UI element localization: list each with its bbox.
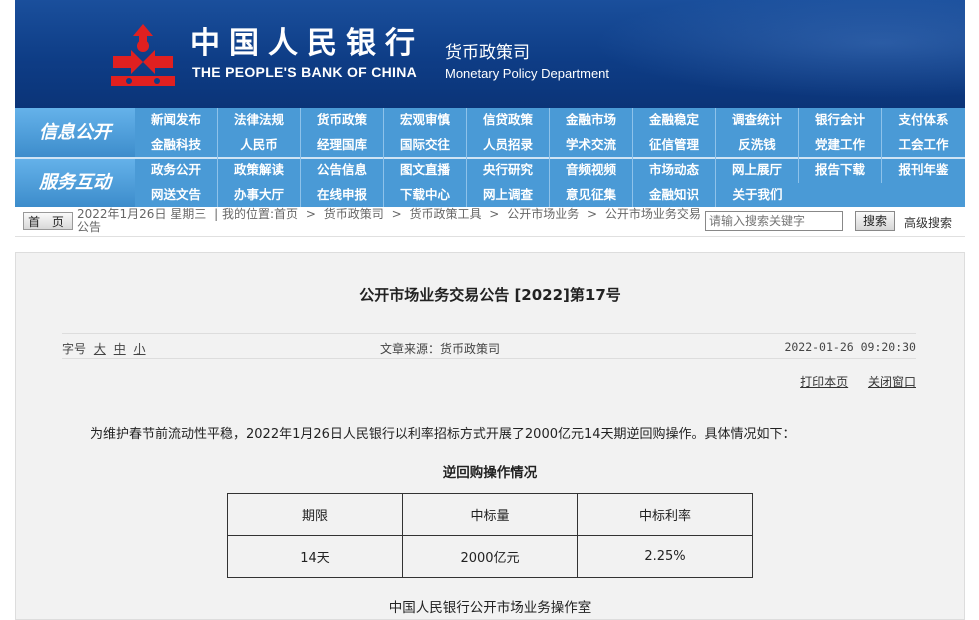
- print-link[interactable]: 打印本页: [800, 375, 848, 389]
- table-header-cell: 期限: [227, 493, 403, 536]
- breadcrumb-sep: >: [305, 207, 316, 221]
- nav-item[interactable]: 政策解读: [218, 158, 301, 183]
- article-datetime: 2022-01-26 09:20:30: [784, 340, 916, 354]
- nav-item[interactable]: 银行会计: [799, 108, 882, 133]
- nav-item[interactable]: 网上调查: [467, 183, 550, 208]
- nav-item[interactable]: 金融稳定: [633, 108, 716, 133]
- search-button[interactable]: 搜索: [855, 211, 895, 231]
- article-signature: 中国人民银行公开市场业务操作室: [388, 600, 592, 616]
- nav-item[interactable]: 关于我们: [716, 183, 799, 208]
- nav-item[interactable]: 宏观审慎: [384, 108, 467, 133]
- nav-item[interactable]: 国际交往: [384, 133, 467, 158]
- nav-item[interactable]: 支付体系: [882, 108, 965, 133]
- table-header-row: 期限 中标量 中标利率: [227, 493, 753, 536]
- nav-item[interactable]: 经理国库: [301, 133, 384, 158]
- article-source: 文章来源：货币政策司: [380, 342, 501, 356]
- pboc-logo-icon: [111, 24, 175, 86]
- dept-name-cn: 货币政策司: [445, 43, 530, 63]
- table-row: 14天 2000亿元 2.25%: [227, 535, 753, 578]
- table-cell-amount: 2000亿元: [402, 535, 578, 578]
- breadcrumb-item[interactable]: 货币政策司: [324, 207, 384, 221]
- font-size-small[interactable]: 小: [134, 342, 146, 356]
- nav-item[interactable]: 人员招录: [467, 133, 550, 158]
- table-header-cell: 中标量: [402, 493, 578, 536]
- repo-operations-table: 期限 中标量 中标利率 14天 2000亿元 2.25%: [227, 493, 753, 578]
- breadcrumb-location[interactable]: | 我的位置:首页: [214, 207, 298, 221]
- nav-item[interactable]: 意见征集: [550, 183, 633, 208]
- breadcrumb-sep: >: [489, 207, 500, 221]
- breadcrumb-sep: >: [391, 207, 402, 221]
- home-button[interactable]: 首 页: [23, 212, 73, 230]
- close-window-link[interactable]: 关闭窗口: [868, 375, 916, 389]
- nav-item[interactable]: 在线申报: [301, 183, 384, 208]
- article-meta: 字号 大 中 小 文章来源：货币政策司 2022-01-26 09:20:30: [62, 333, 916, 359]
- nav-item[interactable]: 办事大厅: [218, 183, 301, 208]
- bank-name-en: THE PEOPLE'S BANK OF CHINA: [192, 64, 418, 80]
- dept-name-en: Monetary Policy Department: [445, 66, 610, 81]
- nav-item[interactable]: 图文直播: [384, 158, 467, 183]
- nav-item[interactable]: 网送文告: [135, 183, 218, 208]
- header-banner: 中国人民银行 THE PEOPLE'S BANK OF CHINA 货币政策司 …: [15, 0, 965, 108]
- table-header-cell: 中标利率: [577, 493, 753, 536]
- nav-item[interactable]: 市场动态: [633, 158, 716, 183]
- nav-row-4: 网送文告 办事大厅 在线申报 下载中心 网上调查 意见征集 金融知识 关于我们: [135, 183, 965, 208]
- breadcrumb-sep: >: [587, 207, 598, 221]
- nav-section-info-disclosure: 信息公开: [15, 108, 135, 158]
- nav-item[interactable]: 网上展厅: [716, 158, 799, 183]
- nav-item[interactable]: 信贷政策: [467, 108, 550, 133]
- nav-item[interactable]: 公告信息: [301, 158, 384, 183]
- nav-row-3: 政务公开 政策解读 公告信息 图文直播 央行研究 音频视频 市场动态 网上展厅 报告下载 报刊年鉴: [135, 158, 965, 183]
- breadcrumb: 2022年1月26日 星期三 | 我的位置:首页 > 货币政策司 > 货币政策工…: [77, 208, 705, 234]
- font-size-medium[interactable]: 中: [114, 342, 126, 356]
- search-input[interactable]: [705, 211, 843, 231]
- article-tools: 打印本页 关闭窗口: [784, 373, 916, 390]
- banner-decoration: [545, 0, 965, 108]
- nav-item[interactable]: 反洗钱: [716, 133, 799, 158]
- article-title: 公开市场业务交易公告 [2022]第17号: [359, 286, 621, 304]
- breadcrumb-bar: 首 页 2022年1月26日 星期三 | 我的位置:首页 > 货币政策司 > 货…: [15, 207, 965, 237]
- table-cell-rate: 2.25%: [577, 535, 753, 578]
- nav-item[interactable]: 征信管理: [633, 133, 716, 158]
- nav-item[interactable]: 下载中心: [384, 183, 467, 208]
- nav-item[interactable]: 央行研究: [467, 158, 550, 183]
- bank-name-cn: 中国人民银行: [190, 26, 424, 61]
- nav-item[interactable]: 音频视频: [550, 158, 633, 183]
- font-size-large[interactable]: 大: [94, 342, 106, 356]
- table-title: 逆回购操作情况: [442, 465, 538, 481]
- font-size-label: 字号: [62, 342, 87, 356]
- current-date: 2022年1月26日 星期三: [77, 207, 207, 221]
- nav-section-service: 服务互动: [15, 158, 135, 207]
- main-nav: 信息公开 服务互动 新闻发布 法律法规 货币政策 宏观审慎 信贷政策 金融市场 金融稳定 调查…: [15, 108, 965, 208]
- nav-item[interactable]: 报告下载: [799, 158, 882, 183]
- article-intro: 为维护春节前流动性平稳，2022年1月26日人民银行以利率招标方式开展了2000…: [90, 427, 796, 442]
- advanced-search-link[interactable]: 高级搜索: [904, 214, 952, 231]
- nav-item[interactable]: 工会工作: [882, 133, 965, 158]
- nav-item[interactable]: 学术交流: [550, 133, 633, 158]
- nav-item[interactable]: 政务公开: [135, 158, 218, 183]
- nav-row-1: 新闻发布 法律法规 货币政策 宏观审慎 信贷政策 金融市场 金融稳定 调查统计 银行会计 支付体系: [135, 108, 965, 133]
- font-size-control: 字号 大 中 小: [62, 340, 146, 357]
- article-card: 公开市场业务交易公告 [2022]第17号 字号 大 中 小 文章来源：货币政策…: [15, 252, 965, 620]
- breadcrumb-item[interactable]: 货币政策工具: [409, 207, 481, 221]
- breadcrumb-item[interactable]: 公开市场业务: [507, 207, 579, 221]
- nav-item[interactable]: 金融知识: [633, 183, 716, 208]
- table-cell-term: 14天: [227, 535, 403, 578]
- nav-item[interactable]: 法律法规: [218, 108, 301, 133]
- nav-row-2: 金融科技 人民币 经理国库 国际交往 人员招录 学术交流 征信管理 反洗钱 党建工作 工会工作: [135, 133, 965, 158]
- nav-item[interactable]: 调查统计: [716, 108, 799, 133]
- nav-item[interactable]: 货币政策: [301, 108, 384, 133]
- nav-item[interactable]: 党建工作: [799, 133, 882, 158]
- nav-item[interactable]: 金融科技: [135, 133, 218, 158]
- nav-item[interactable]: 报刊年鉴: [882, 158, 965, 183]
- nav-item[interactable]: 新闻发布: [135, 108, 218, 133]
- nav-item[interactable]: 人民币: [218, 133, 301, 158]
- nav-item[interactable]: 金融市场: [550, 108, 633, 133]
